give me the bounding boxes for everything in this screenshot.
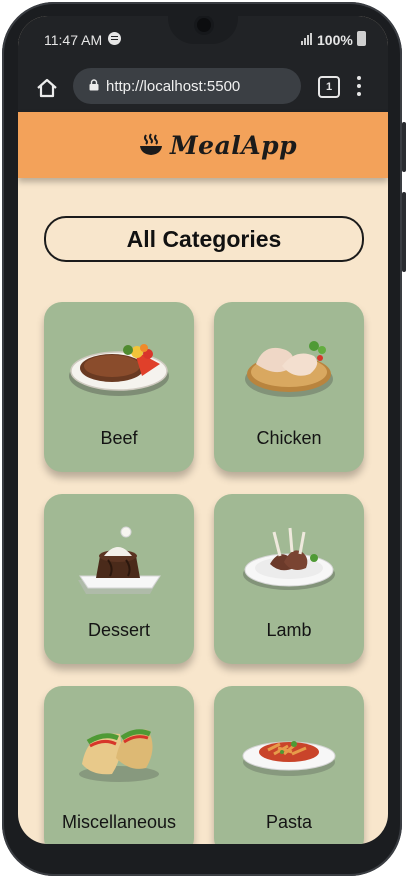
pasta-plate-icon bbox=[242, 741, 336, 776]
category-card-dessert[interactable]: Dessert bbox=[44, 494, 194, 664]
status-bar: 11:47 AM 100% bbox=[18, 16, 388, 64]
app-header: MealApp bbox=[18, 112, 388, 178]
phone-frame: 11:47 AM 100% http://localhost:5500 1 Me… bbox=[2, 2, 406, 876]
front-camera bbox=[197, 18, 211, 32]
category-name: Chicken bbox=[256, 428, 322, 448]
battery-icon bbox=[357, 31, 366, 46]
category-name: Dessert bbox=[87, 620, 150, 640]
address-bar[interactable]: http://localhost:5500 bbox=[73, 68, 301, 104]
lock-icon bbox=[89, 79, 99, 91]
steak-plate-icon bbox=[69, 344, 169, 396]
page-title: All Categories bbox=[44, 216, 364, 262]
brand-logo[interactable]: MealApp bbox=[138, 130, 297, 160]
category-card-chicken[interactable]: Chicken bbox=[214, 302, 364, 472]
more-menu-icon[interactable] bbox=[356, 76, 362, 98]
battery-percent: 100% bbox=[317, 32, 353, 48]
tab-switcher-button[interactable]: 1 bbox=[318, 76, 340, 98]
category-card-miscellaneous[interactable]: Miscellaneous bbox=[44, 686, 194, 844]
category-name: Miscellaneous bbox=[61, 812, 177, 832]
power-button bbox=[402, 192, 406, 272]
category-card-pasta[interactable]: Pasta bbox=[214, 686, 364, 844]
cake-plate-icon bbox=[78, 526, 161, 594]
home-icon[interactable] bbox=[36, 77, 58, 99]
volume-button bbox=[402, 122, 406, 172]
url-text: http://localhost:5500 bbox=[106, 78, 241, 95]
category-name: Beef bbox=[100, 428, 138, 448]
screen: 11:47 AM 100% http://localhost:5500 1 Me… bbox=[18, 16, 388, 844]
category-card-beef[interactable]: Beef bbox=[44, 302, 194, 472]
taco-icon bbox=[79, 729, 159, 782]
chicken-plate-icon bbox=[245, 341, 333, 397]
status-time: 11:47 AM bbox=[44, 32, 103, 48]
signal-icon bbox=[301, 33, 315, 45]
browser-toolbar: http://localhost:5500 1 bbox=[18, 64, 388, 112]
category-name: Pasta bbox=[265, 812, 313, 832]
lamb-plate-icon bbox=[243, 527, 335, 590]
bowl-icon bbox=[140, 133, 162, 155]
brand-name: MealApp bbox=[170, 130, 298, 160]
spotify-icon bbox=[108, 32, 121, 45]
category-card-lamb[interactable]: Lamb bbox=[214, 494, 364, 664]
category-name: Lamb bbox=[266, 620, 312, 640]
